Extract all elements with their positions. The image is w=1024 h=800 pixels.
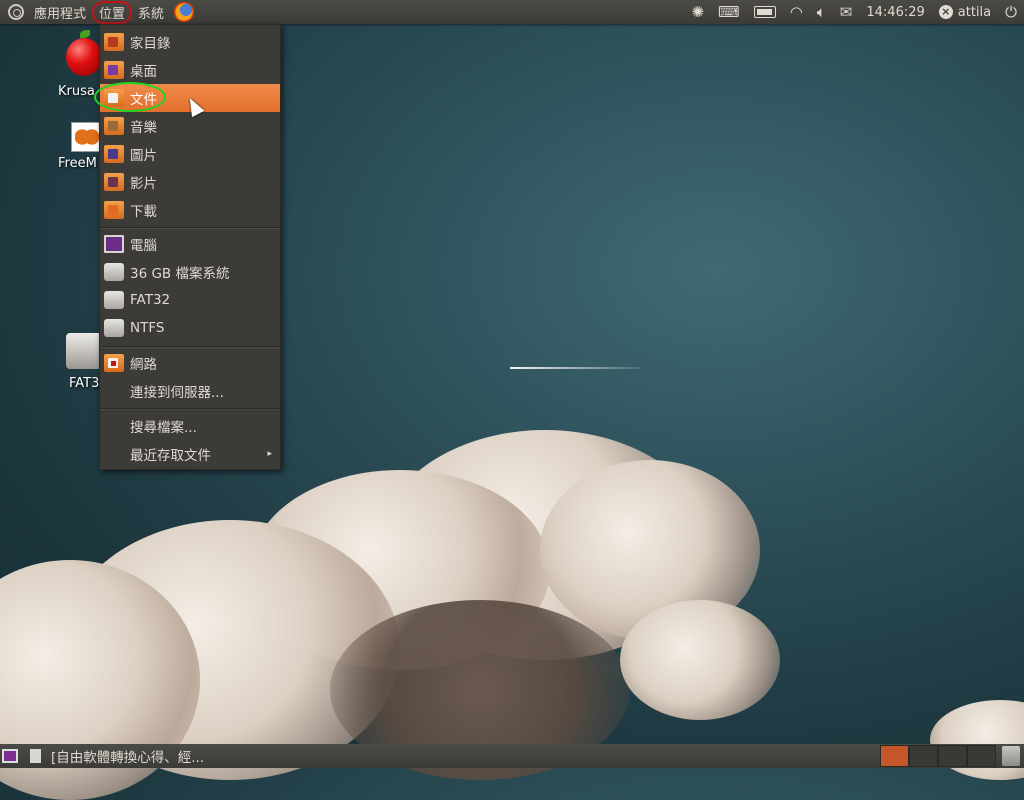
- menu-item-36gb-filesystem[interactable]: 36 GB 檔案系統: [100, 258, 280, 286]
- system-menu[interactable]: 系統: [134, 3, 168, 22]
- menu-item-label: 網路: [130, 357, 157, 373]
- menu-item-computer[interactable]: 電腦: [100, 230, 280, 258]
- menu-item-home[interactable]: 家目錄: [100, 28, 280, 56]
- menu-separator: [100, 227, 280, 229]
- drive-icon: [104, 319, 124, 337]
- desktop-icon-label: FAT3: [69, 376, 100, 391]
- workspace-switcher: [880, 745, 996, 767]
- taskbar-item-label: [自由軟體轉換心得、經...: [51, 750, 205, 766]
- menu-item-network[interactable]: 網路: [100, 349, 280, 377]
- blank-icon: [104, 417, 124, 435]
- workspace-2[interactable]: [909, 745, 938, 767]
- menu-item-pictures[interactable]: 圖片: [100, 140, 280, 168]
- user-menu[interactable]: × attila: [938, 4, 992, 20]
- trash-icon[interactable]: [1002, 746, 1020, 766]
- menu-item-music[interactable]: 音樂: [100, 112, 280, 140]
- desktop-folder-icon: [104, 61, 124, 79]
- firefox-icon[interactable]: [174, 2, 195, 22]
- downloads-folder-icon: [104, 201, 124, 219]
- menu-item-label: 桌面: [130, 64, 157, 80]
- desktop-icon-label: Krusa: [58, 84, 95, 99]
- menu-item-label: 下載: [130, 204, 157, 220]
- apple-icon: [66, 30, 102, 76]
- menu-item-videos[interactable]: 影片: [100, 168, 280, 196]
- menu-item-downloads[interactable]: 下載: [100, 196, 280, 224]
- submenu-arrow-icon: ▸: [267, 449, 272, 459]
- blank-icon: [104, 382, 124, 400]
- menu-item-label: 搜尋檔案...: [130, 420, 197, 436]
- desktop-icon-label: FreeM: [58, 156, 97, 171]
- clock[interactable]: 14:46:29: [866, 5, 924, 20]
- workspace-4[interactable]: [967, 745, 996, 767]
- keyboard-icon[interactable]: ⌨: [718, 0, 740, 24]
- hard-drive-icon: [66, 333, 102, 369]
- volume-icon[interactable]: 🔈︎: [817, 0, 826, 24]
- network-folder-icon: [104, 354, 124, 372]
- documents-folder-icon: [104, 89, 124, 107]
- menu-item-label: 影片: [130, 176, 157, 192]
- menu-item-label: 電腦: [130, 238, 157, 254]
- menu-item-fat32[interactable]: FAT32: [100, 286, 280, 314]
- menu-item-label: NTFS: [130, 320, 165, 336]
- contrail: [510, 367, 640, 369]
- menu-item-connect-to-server[interactable]: 連接到伺服器...: [100, 377, 280, 405]
- pictures-folder-icon: [104, 145, 124, 163]
- menu-item-label: 連接到伺服器...: [130, 385, 224, 401]
- applications-menu[interactable]: 應用程式: [30, 3, 90, 22]
- menu-separator: [100, 346, 280, 348]
- document-icon: [30, 749, 41, 763]
- power-icon[interactable]: ⏻: [1005, 0, 1017, 24]
- computer-icon: [104, 235, 124, 253]
- places-menu[interactable]: 位置: [92, 0, 133, 24]
- menu-item-label: FAT32: [130, 292, 171, 308]
- menu-item-label: 最近存取文件: [130, 448, 211, 464]
- menu-separator: [100, 408, 280, 410]
- menu-item-ntfs[interactable]: NTFS: [100, 314, 280, 342]
- drive-icon: [104, 263, 124, 281]
- menu-item-search-files[interactable]: 搜尋檔案...: [100, 412, 280, 440]
- menu-item-label: 圖片: [130, 148, 157, 164]
- top-panel: 應用程式 位置 系統 ✺ ⌨ ◠ 🔈︎ ✉ 14:46:29 × attila ⏻: [0, 0, 1024, 24]
- workspace-1[interactable]: [880, 745, 909, 767]
- menu-item-label: 36 GB 檔案系統: [130, 266, 230, 282]
- places-dropdown-menu: 家目錄 桌面 文件 音樂 圖片 影片 下載 電腦 36 GB 檔案系統 FAT3…: [94, 24, 281, 470]
- bottom-panel: [自由軟體轉換心得、經...: [0, 744, 1024, 768]
- ubuntu-logo-icon[interactable]: [8, 4, 24, 20]
- mail-icon[interactable]: ✉: [840, 0, 853, 24]
- close-icon: ×: [938, 5, 953, 19]
- videos-folder-icon: [104, 173, 124, 191]
- ubuntu-one-icon[interactable]: ✺: [691, 0, 704, 24]
- drive-icon: [104, 291, 124, 309]
- menu-item-label: 音樂: [130, 120, 157, 136]
- home-folder-icon: [104, 33, 124, 51]
- music-folder-icon: [104, 117, 124, 135]
- username: attila: [957, 4, 992, 20]
- system-tray: ✺ ⌨ ◠ 🔈︎ ✉ 14:46:29 × attila ⏻: [684, 0, 1024, 24]
- workspace-3[interactable]: [938, 745, 967, 767]
- menu-item-recent-documents[interactable]: 最近存取文件 ▸: [100, 440, 280, 468]
- menu-item-label: 家目錄: [130, 36, 171, 52]
- menu-item-label: 文件: [130, 92, 157, 108]
- menu-item-desktop[interactable]: 桌面: [100, 56, 280, 84]
- show-desktop-icon[interactable]: [2, 749, 18, 763]
- battery-icon[interactable]: [753, 6, 776, 18]
- wifi-icon[interactable]: ◠: [790, 0, 803, 24]
- blank-icon: [104, 445, 124, 463]
- taskbar-item[interactable]: [自由軟體轉換心得、經...: [30, 746, 204, 766]
